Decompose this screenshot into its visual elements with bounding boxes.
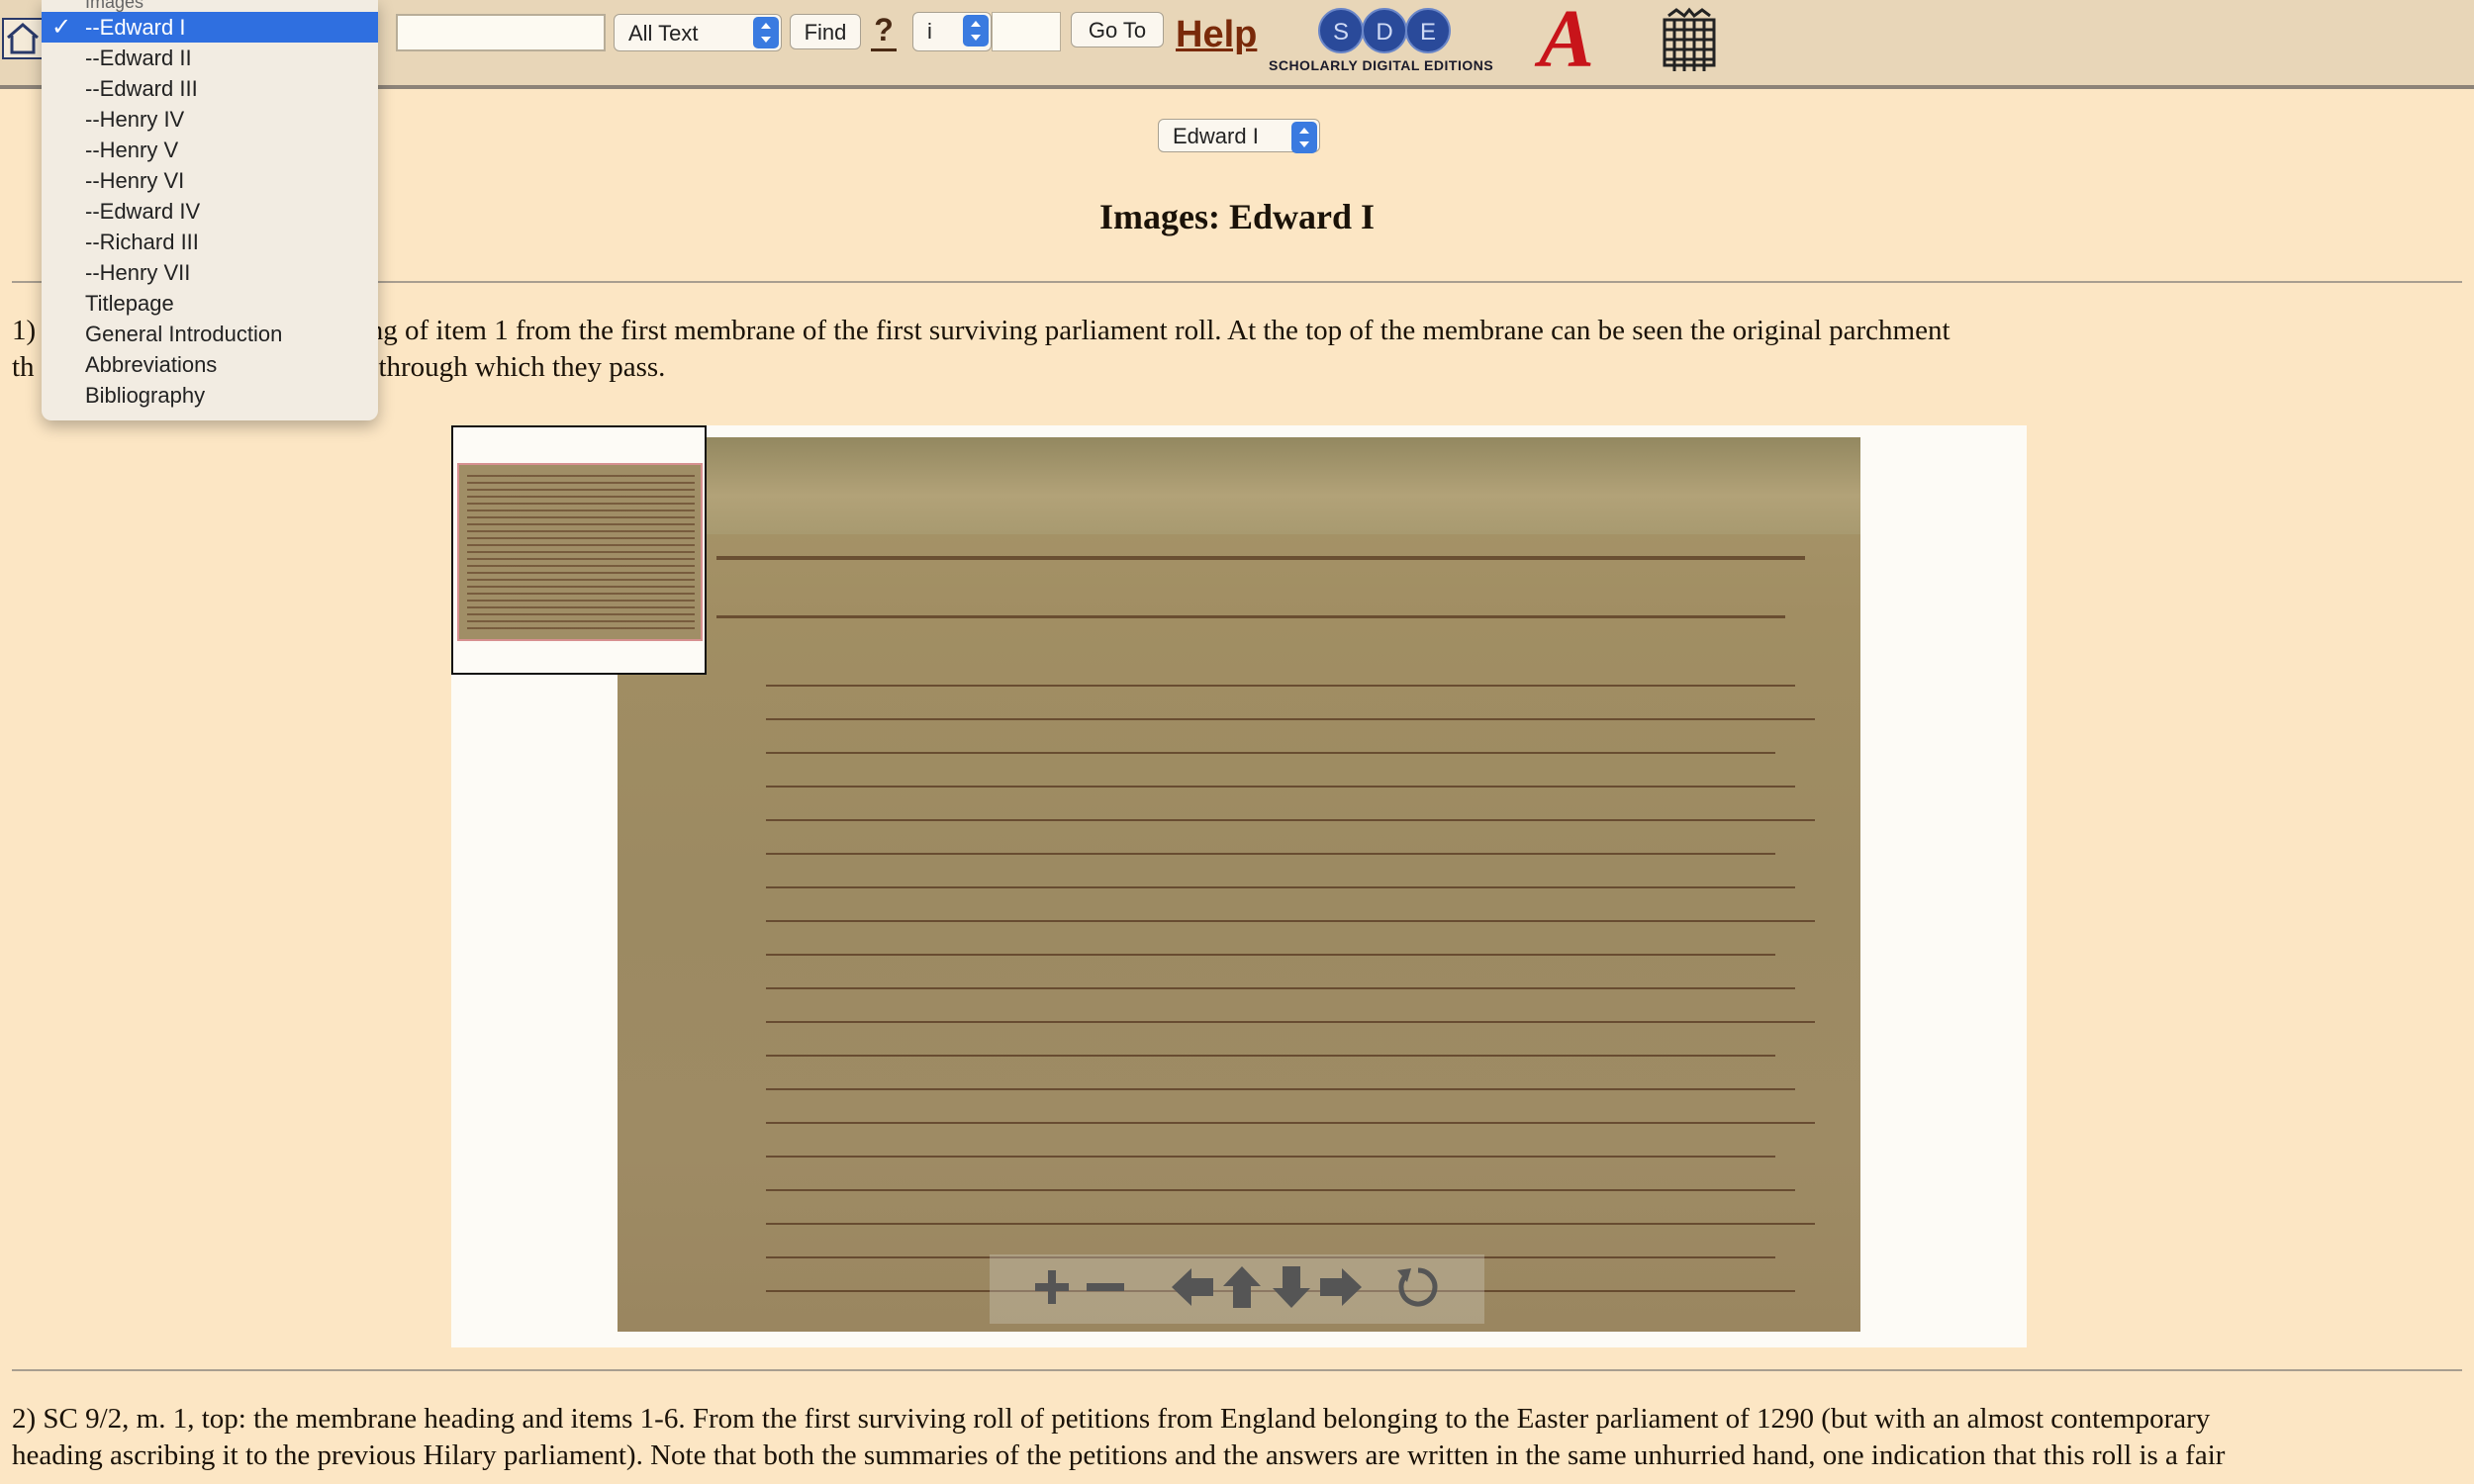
dropdown-item-label: --Richard III (85, 230, 199, 254)
manuscript-text-line (766, 954, 1775, 956)
arrow-up-icon (1223, 1266, 1261, 1308)
dropdown-item-label: --Henry IV (85, 107, 185, 132)
manuscript-text-line (766, 853, 1775, 855)
pan-down-button[interactable] (1267, 1262, 1316, 1312)
dropdown-item[interactable]: --Edward III (42, 73, 378, 104)
arrow-left-icon (1172, 1268, 1213, 1306)
dropdown-item[interactable]: ✓ --Edward I (42, 12, 378, 43)
sde-logo-caption: SCHOLARLY DIGITAL EDITIONS (1269, 57, 1494, 73)
sde-logo-letter: D (1362, 8, 1407, 53)
dropdown-item-label: --Henry VI (85, 168, 185, 193)
section-select-value: Edward I (1173, 124, 1259, 148)
dropdown-item-label: --Edward IV (85, 199, 201, 224)
dropdown-item[interactable]: --Edward II (42, 43, 378, 73)
dropdown-item-label: Titlepage (85, 291, 174, 316)
manuscript-text-line (766, 752, 1775, 754)
sde-logo-letter: E (1405, 8, 1451, 53)
help-link[interactable]: Help (1176, 14, 1257, 56)
pan-left-button[interactable] (1168, 1262, 1217, 1312)
section-select[interactable]: Edward I (1158, 119, 1320, 153)
arrow-right-icon (1320, 1268, 1362, 1306)
manuscript-text-line (766, 987, 1795, 989)
page-type-select[interactable]: i (912, 12, 992, 51)
caption-1-line-1: 1) mbrane heading and beginning of item … (12, 315, 1951, 346)
search-scope-value: All Text (628, 21, 699, 46)
caption-2-line-1: 2) SC 9/2, m. 1, top: the membrane headi… (12, 1403, 2211, 1435)
parchment-top (618, 437, 1860, 534)
manuscript-text-line (766, 1055, 1775, 1057)
portcullis-icon[interactable] (1659, 6, 1720, 75)
rotate-icon (1397, 1267, 1438, 1307)
dropdown-item[interactable]: --Henry VII (42, 257, 378, 288)
reset-view-button[interactable] (1393, 1262, 1443, 1312)
manuscript-heading-line (716, 615, 1785, 618)
pan-up-button[interactable] (1217, 1262, 1267, 1312)
home-button[interactable] (2, 18, 44, 59)
arrow-down-icon (1273, 1266, 1310, 1308)
dropdown-item-label: Abbreviations (85, 352, 218, 377)
a-logo[interactable]: A (1539, 0, 1638, 81)
manuscript-text-line (766, 886, 1795, 888)
divider (12, 1369, 2462, 1371)
dropdown-item-label: --Henry VII (85, 260, 191, 285)
dropdown-item[interactable]: General Introduction (42, 319, 378, 349)
check-icon: ✓ (51, 14, 72, 41)
manuscript-text-line (766, 1156, 1775, 1158)
dropdown-item[interactable]: Bibliography (42, 380, 378, 411)
manuscript-text-line (766, 1223, 1815, 1225)
dropdown-item[interactable]: --Richard III (42, 227, 378, 257)
zoom-in-button[interactable] (1027, 1262, 1077, 1312)
manuscript-text-line (766, 1122, 1815, 1124)
dropdown-item-label: --Edward II (85, 46, 192, 70)
manuscript-text-line (766, 718, 1815, 720)
chevron-updown-icon (963, 15, 989, 46)
viewer-controls (990, 1254, 1484, 1324)
manuscript-text-line (766, 920, 1815, 922)
minus-icon (1087, 1283, 1124, 1291)
dropdown-item-label: --Edward III (85, 76, 198, 101)
dropdown-item-label: --Edward I (85, 15, 186, 40)
search-help-link[interactable]: ? (871, 12, 897, 51)
section-dropdown-menu[interactable]: Images ✓ --Edward I --Edward II --Edward II… (42, 0, 378, 420)
manuscript-text-line (766, 786, 1795, 788)
dropdown-item-label: Bibliography (85, 383, 206, 408)
caption-1-line-2: th anes of the roll and the holes throug… (12, 351, 666, 383)
navigator-thumbnail[interactable] (457, 463, 703, 641)
dropdown-item[interactable]: --Henry IV (42, 104, 378, 135)
manuscript-heading-line (716, 556, 1805, 560)
dropdown-item-label: General Introduction (85, 322, 283, 346)
dropdown-item[interactable]: --Henry V (42, 135, 378, 165)
search-scope-select[interactable]: All Text (614, 14, 782, 51)
search-input[interactable] (396, 14, 606, 51)
dropdown-group-header: Images (85, 0, 144, 12)
zoom-out-button[interactable] (1081, 1262, 1130, 1312)
pan-right-button[interactable] (1316, 1262, 1366, 1312)
sde-logo-letter: S (1318, 8, 1364, 53)
dropdown-item[interactable]: Abbreviations (42, 349, 378, 380)
manuscript-text-line (766, 1021, 1815, 1023)
manuscript-text-line (766, 1088, 1795, 1090)
dropdown-item[interactable]: --Henry VI (42, 165, 378, 196)
manuscript-image[interactable] (618, 437, 1860, 1332)
caption-2-line-2: heading ascribing it to the previous Hil… (12, 1439, 2226, 1471)
manuscript-text-line (766, 685, 1795, 687)
chevron-updown-icon (753, 17, 779, 48)
dropdown-item[interactable]: Titlepage (42, 288, 378, 319)
dropdown-item[interactable]: --Edward IV (42, 196, 378, 227)
manuscript-text-line (766, 819, 1815, 821)
image-navigator[interactable] (451, 425, 707, 675)
goto-button[interactable]: Go To (1071, 12, 1164, 47)
find-button[interactable]: Find (790, 14, 861, 49)
plus-icon (1035, 1270, 1069, 1304)
chevron-updown-icon (1291, 122, 1317, 153)
sde-logo[interactable]: S D E SCHOLARLY DIGITAL EDITIONS (1269, 6, 1506, 75)
page-number-input[interactable] (992, 12, 1061, 51)
home-icon (7, 23, 39, 54)
image-viewer[interactable] (451, 425, 2027, 1347)
divider (12, 281, 2462, 283)
dropdown-item-label: --Henry V (85, 138, 179, 162)
page-type-value: i (927, 19, 932, 44)
manuscript-text-line (766, 1189, 1795, 1191)
